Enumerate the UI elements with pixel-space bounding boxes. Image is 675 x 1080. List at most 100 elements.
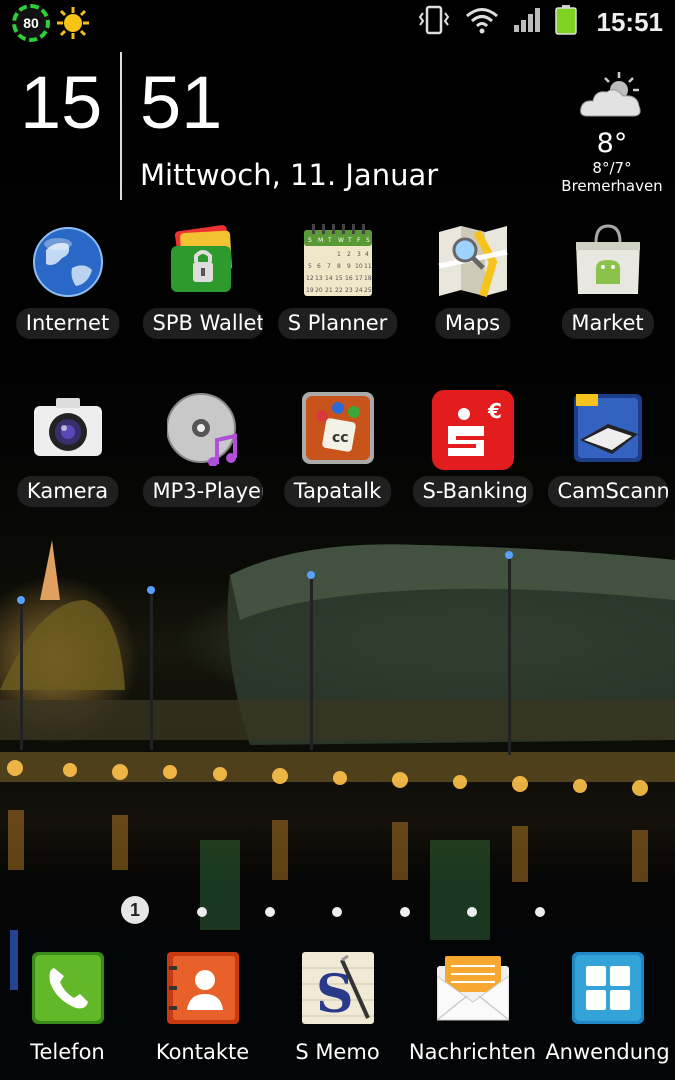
svg-text:9: 9 — [347, 263, 351, 270]
app-s-planner[interactable]: SMT WTFS 1234 5 6 7 8 9 10 11 12 13 14 15 16 17 18 1… — [270, 222, 405, 362]
page-indicator: 1 — [0, 896, 675, 926]
battery-badge-icon: 80 — [12, 4, 50, 42]
svg-text:21: 21 — [325, 287, 333, 294]
calendar-icon: SMT WTFS 1234 5 6 7 8 9 10 11 12 13 14 15 16 17 18 1… — [302, 222, 374, 298]
clock-date: Mittwoch, 11. Januar — [140, 158, 439, 192]
app-kamera[interactable]: Kamera — [0, 390, 135, 530]
scanner-icon — [572, 390, 644, 466]
dock-anwendung[interactable]: Anwendung — [540, 952, 675, 1080]
svg-text:S: S — [308, 237, 312, 244]
svg-text:F: F — [357, 237, 361, 244]
app-label: Internet — [15, 308, 120, 339]
partly-cloudy-icon — [552, 70, 672, 126]
svg-text:4: 4 — [365, 251, 369, 258]
svg-text:18: 18 — [364, 275, 372, 282]
weather-range: 8°/7° — [592, 159, 632, 177]
app-label: S-Banking — [412, 476, 533, 507]
dock-label: S Memo — [295, 1040, 380, 1064]
app-label: S Planner — [277, 308, 398, 339]
svg-text:1: 1 — [337, 251, 341, 258]
app-camscanner[interactable]: CamScanner — [540, 390, 675, 530]
app-maps[interactable]: Maps — [405, 222, 540, 362]
page-dot[interactable] — [332, 907, 342, 917]
vibrate-icon — [417, 5, 451, 39]
dock-s-memo[interactable]: S S Memo — [270, 952, 405, 1080]
svg-text:14: 14 — [325, 275, 333, 282]
svg-text:T: T — [327, 237, 332, 244]
map-icon — [437, 222, 509, 298]
svg-text:13: 13 — [315, 275, 323, 282]
page-dot[interactable] — [400, 907, 410, 917]
svg-text:10: 10 — [355, 263, 363, 270]
svg-text:23: 23 — [345, 287, 353, 294]
battery-badge-value: 80 — [23, 15, 39, 31]
page-dot-current[interactable]: 1 — [121, 896, 149, 924]
memo-icon: S — [302, 952, 374, 1025]
dock: Telefon Kontakte S S Memo Nachrichten An… — [0, 952, 675, 1080]
svg-text:6: 6 — [317, 263, 321, 270]
app-market[interactable]: Market — [540, 222, 675, 362]
svg-text:20: 20 — [315, 287, 323, 294]
camera-icon — [32, 390, 104, 466]
svg-text:15: 15 — [335, 275, 343, 282]
status-time: 15:51 — [596, 6, 664, 37]
page-dot[interactable] — [197, 907, 207, 917]
apps-grid-icon — [572, 952, 644, 1024]
app-label: SPB Wallet — [142, 308, 263, 339]
page-dot[interactable] — [535, 907, 545, 917]
dock-telefon[interactable]: Telefon — [0, 952, 135, 1080]
app-label: Maps — [434, 308, 511, 339]
clock-hours: 15 — [20, 61, 103, 144]
svg-text:22: 22 — [335, 287, 343, 294]
dock-label: Nachrichten — [408, 1040, 537, 1064]
svg-text:3: 3 — [357, 251, 361, 258]
page-dot[interactable] — [467, 907, 477, 917]
sun-icon — [56, 6, 90, 44]
sparkasse-icon: € — [432, 390, 514, 470]
weather-temperature: 8° — [596, 128, 628, 159]
signal-icon — [513, 7, 541, 37]
app-spb-wallet[interactable]: SPB Wallet — [135, 222, 270, 362]
clock-minutes: 51 — [140, 61, 223, 144]
phone-icon — [32, 952, 104, 1024]
svg-text:11: 11 — [364, 263, 372, 270]
svg-text:€: € — [487, 399, 502, 423]
app-internet[interactable]: Internet — [0, 222, 135, 362]
clock-divider — [120, 52, 122, 200]
app-mp3-player[interactable]: MP3-Player — [135, 390, 270, 530]
svg-text:24: 24 — [355, 287, 363, 294]
svg-text:16: 16 — [345, 275, 353, 282]
svg-text:M: M — [318, 237, 323, 244]
app-label: Tapatalk — [283, 476, 392, 507]
dock-nachrichten[interactable]: Nachrichten — [405, 952, 540, 1080]
app-label: Market — [561, 308, 654, 339]
svg-text:cc: cc — [332, 430, 349, 446]
svg-text:8: 8 — [337, 263, 341, 270]
status-bar-right: 15:51 — [417, 0, 664, 44]
app-label: Kamera — [16, 476, 119, 507]
app-label: MP3-Player — [142, 476, 263, 507]
svg-text:2: 2 — [347, 251, 351, 258]
dock-label: Anwendung — [545, 1040, 670, 1064]
svg-text:7: 7 — [327, 263, 331, 270]
globe-icon — [32, 222, 104, 298]
app-label: CamScanner — [547, 476, 668, 507]
messages-icon — [436, 952, 510, 1024]
svg-text:5: 5 — [308, 263, 312, 270]
contacts-icon — [167, 952, 239, 1024]
app-tapatalk[interactable]: cc Tapatalk — [270, 390, 405, 530]
cd-music-icon — [166, 390, 239, 467]
dock-label: Telefon — [30, 1040, 105, 1064]
weather-city: Bremerhaven — [561, 177, 663, 195]
dock-kontakte[interactable]: Kontakte — [135, 952, 270, 1080]
svg-text:12: 12 — [306, 275, 314, 282]
page-dot[interactable] — [265, 907, 275, 917]
wallet-lock-icon — [167, 222, 239, 298]
svg-text:17: 17 — [355, 275, 363, 282]
app-s-banking[interactable]: € S-Banking — [405, 390, 540, 530]
svg-text:19: 19 — [306, 287, 314, 294]
tapatalk-icon: cc — [302, 390, 374, 466]
weather-widget[interactable]: 8° 8°/7° Bremerhaven — [552, 70, 672, 195]
status-bar: 80 15:51 — [0, 0, 675, 46]
svg-text:T: T — [347, 237, 352, 244]
